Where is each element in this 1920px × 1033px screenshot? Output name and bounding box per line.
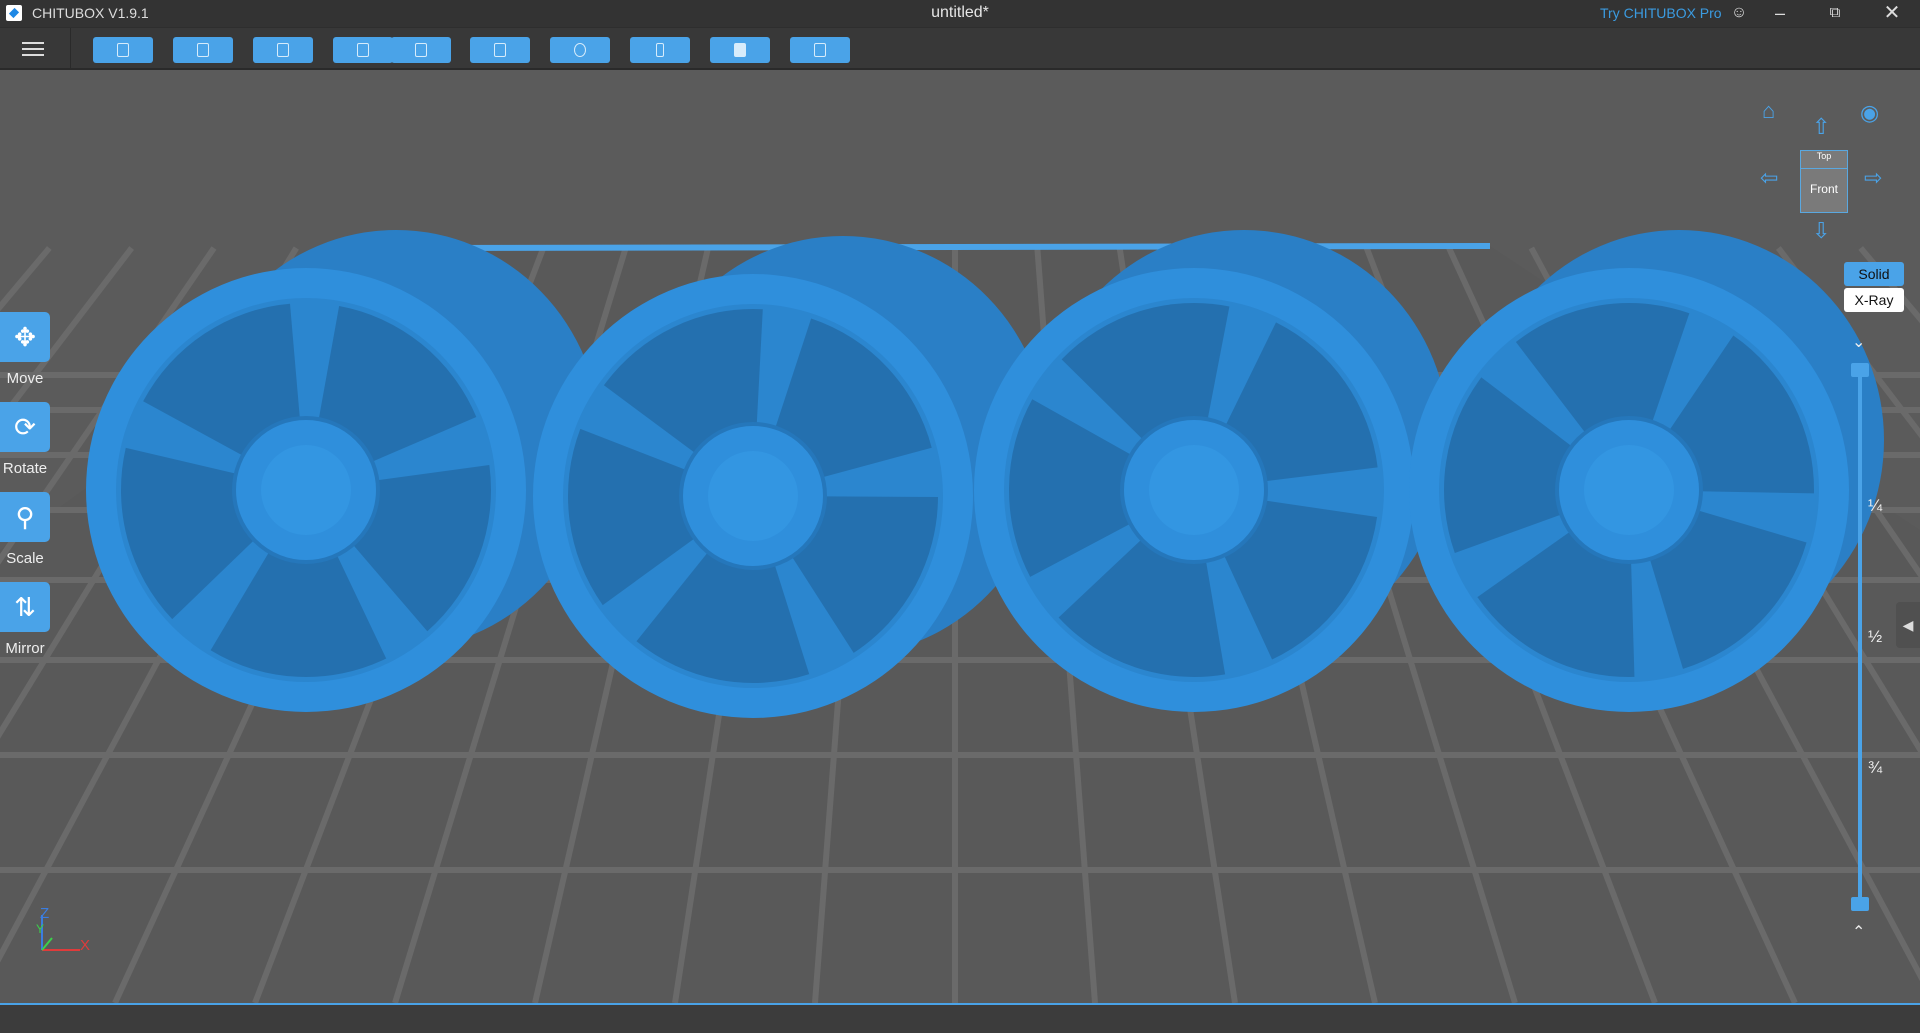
hamburger-menu-icon[interactable] [22,38,44,58]
xray-mode-button[interactable]: X-Ray [1844,288,1904,312]
status-bar [0,1003,1920,1033]
mirror-icon: ⇅ [0,582,50,632]
layer-slider-track[interactable] [1858,370,1862,905]
layer-slider-top-handle[interactable] [1851,363,1869,377]
redo-button[interactable] [391,37,451,63]
restore-button[interactable]: ⧉ [1815,0,1855,27]
slider-mark-half: ½ [1868,627,1883,646]
layer-slider-bottom-handle[interactable] [1851,897,1869,911]
move-icon: ✥ [0,312,50,362]
view-cube[interactable]: Top Front [1800,150,1848,213]
open-file-button[interactable] [93,37,153,63]
chevron-down-icon[interactable]: ⌄ [1852,332,1865,352]
rotate-icon: ⟳ [0,402,50,452]
try-pro-link[interactable]: Try CHITUBOX Pro [1600,5,1722,21]
hollow-button[interactable] [630,37,690,63]
cube-top-face[interactable]: Top [1801,151,1847,169]
collapse-panel-button[interactable]: ◀ [1896,602,1920,648]
divider [70,28,71,71]
slider-mark-quarter: ¼ [1868,496,1883,515]
scale-tool[interactable]: ⚲ Scale [0,492,50,567]
auto-layout-button[interactable] [253,37,313,63]
rotate-left-icon[interactable]: ⇦ [1760,165,1778,191]
rotate-tool[interactable]: ⟳ Rotate [0,402,50,477]
print-button[interactable] [790,37,850,63]
chevron-up-icon[interactable]: ⌃ [1852,922,1865,942]
solid-mode-button[interactable]: Solid [1844,262,1904,286]
axis-x-label: X [80,937,90,954]
toolbar [0,27,1920,71]
3d-viewport[interactable]: Z Y X ✥ Move ⟳ Rotate ⚲ Scale ⇅ Mirror ⌂ ◉ ⇧… [0,70,1920,1013]
minimize-button[interactable]: – [1760,0,1800,27]
settings-button[interactable] [470,37,530,63]
slider-mark-three-quarters: ¾ [1868,758,1883,777]
axis-y-label: Y [36,922,44,936]
mirror-label: Mirror [5,640,45,657]
home-view-icon[interactable]: ⌂ [1762,98,1775,124]
eye-icon[interactable]: ◉ [1860,100,1879,126]
user-icon[interactable]: ☺ [1719,0,1759,27]
title-bar: CHITUBOX V1.9.1 untitled* Try CHITUBOX P… [0,0,1920,27]
rotate-up-icon[interactable]: ⇧ [1812,114,1830,140]
undo-button[interactable] [333,37,393,63]
rotate-label: Rotate [2,460,48,477]
rotate-down-icon[interactable]: ⇩ [1812,218,1830,244]
supports-button[interactable] [550,37,610,63]
scale-label: Scale [6,550,44,567]
plate-border [419,243,1491,251]
move-tool[interactable]: ✥ Move [0,312,50,387]
mirror-tool[interactable]: ⇅ Mirror [0,582,50,657]
cube-front-face[interactable]: Front [1801,169,1847,196]
move-label: Move [6,370,44,387]
close-button[interactable]: ✕ [1872,0,1912,27]
build-plate-scene: Z Y X [0,230,1920,1013]
scale-icon: ⚲ [0,492,50,542]
axis-z-label: Z [40,905,49,922]
slice-button[interactable] [710,37,770,63]
save-button[interactable] [173,37,233,63]
rotate-right-icon[interactable]: ⇨ [1864,165,1882,191]
